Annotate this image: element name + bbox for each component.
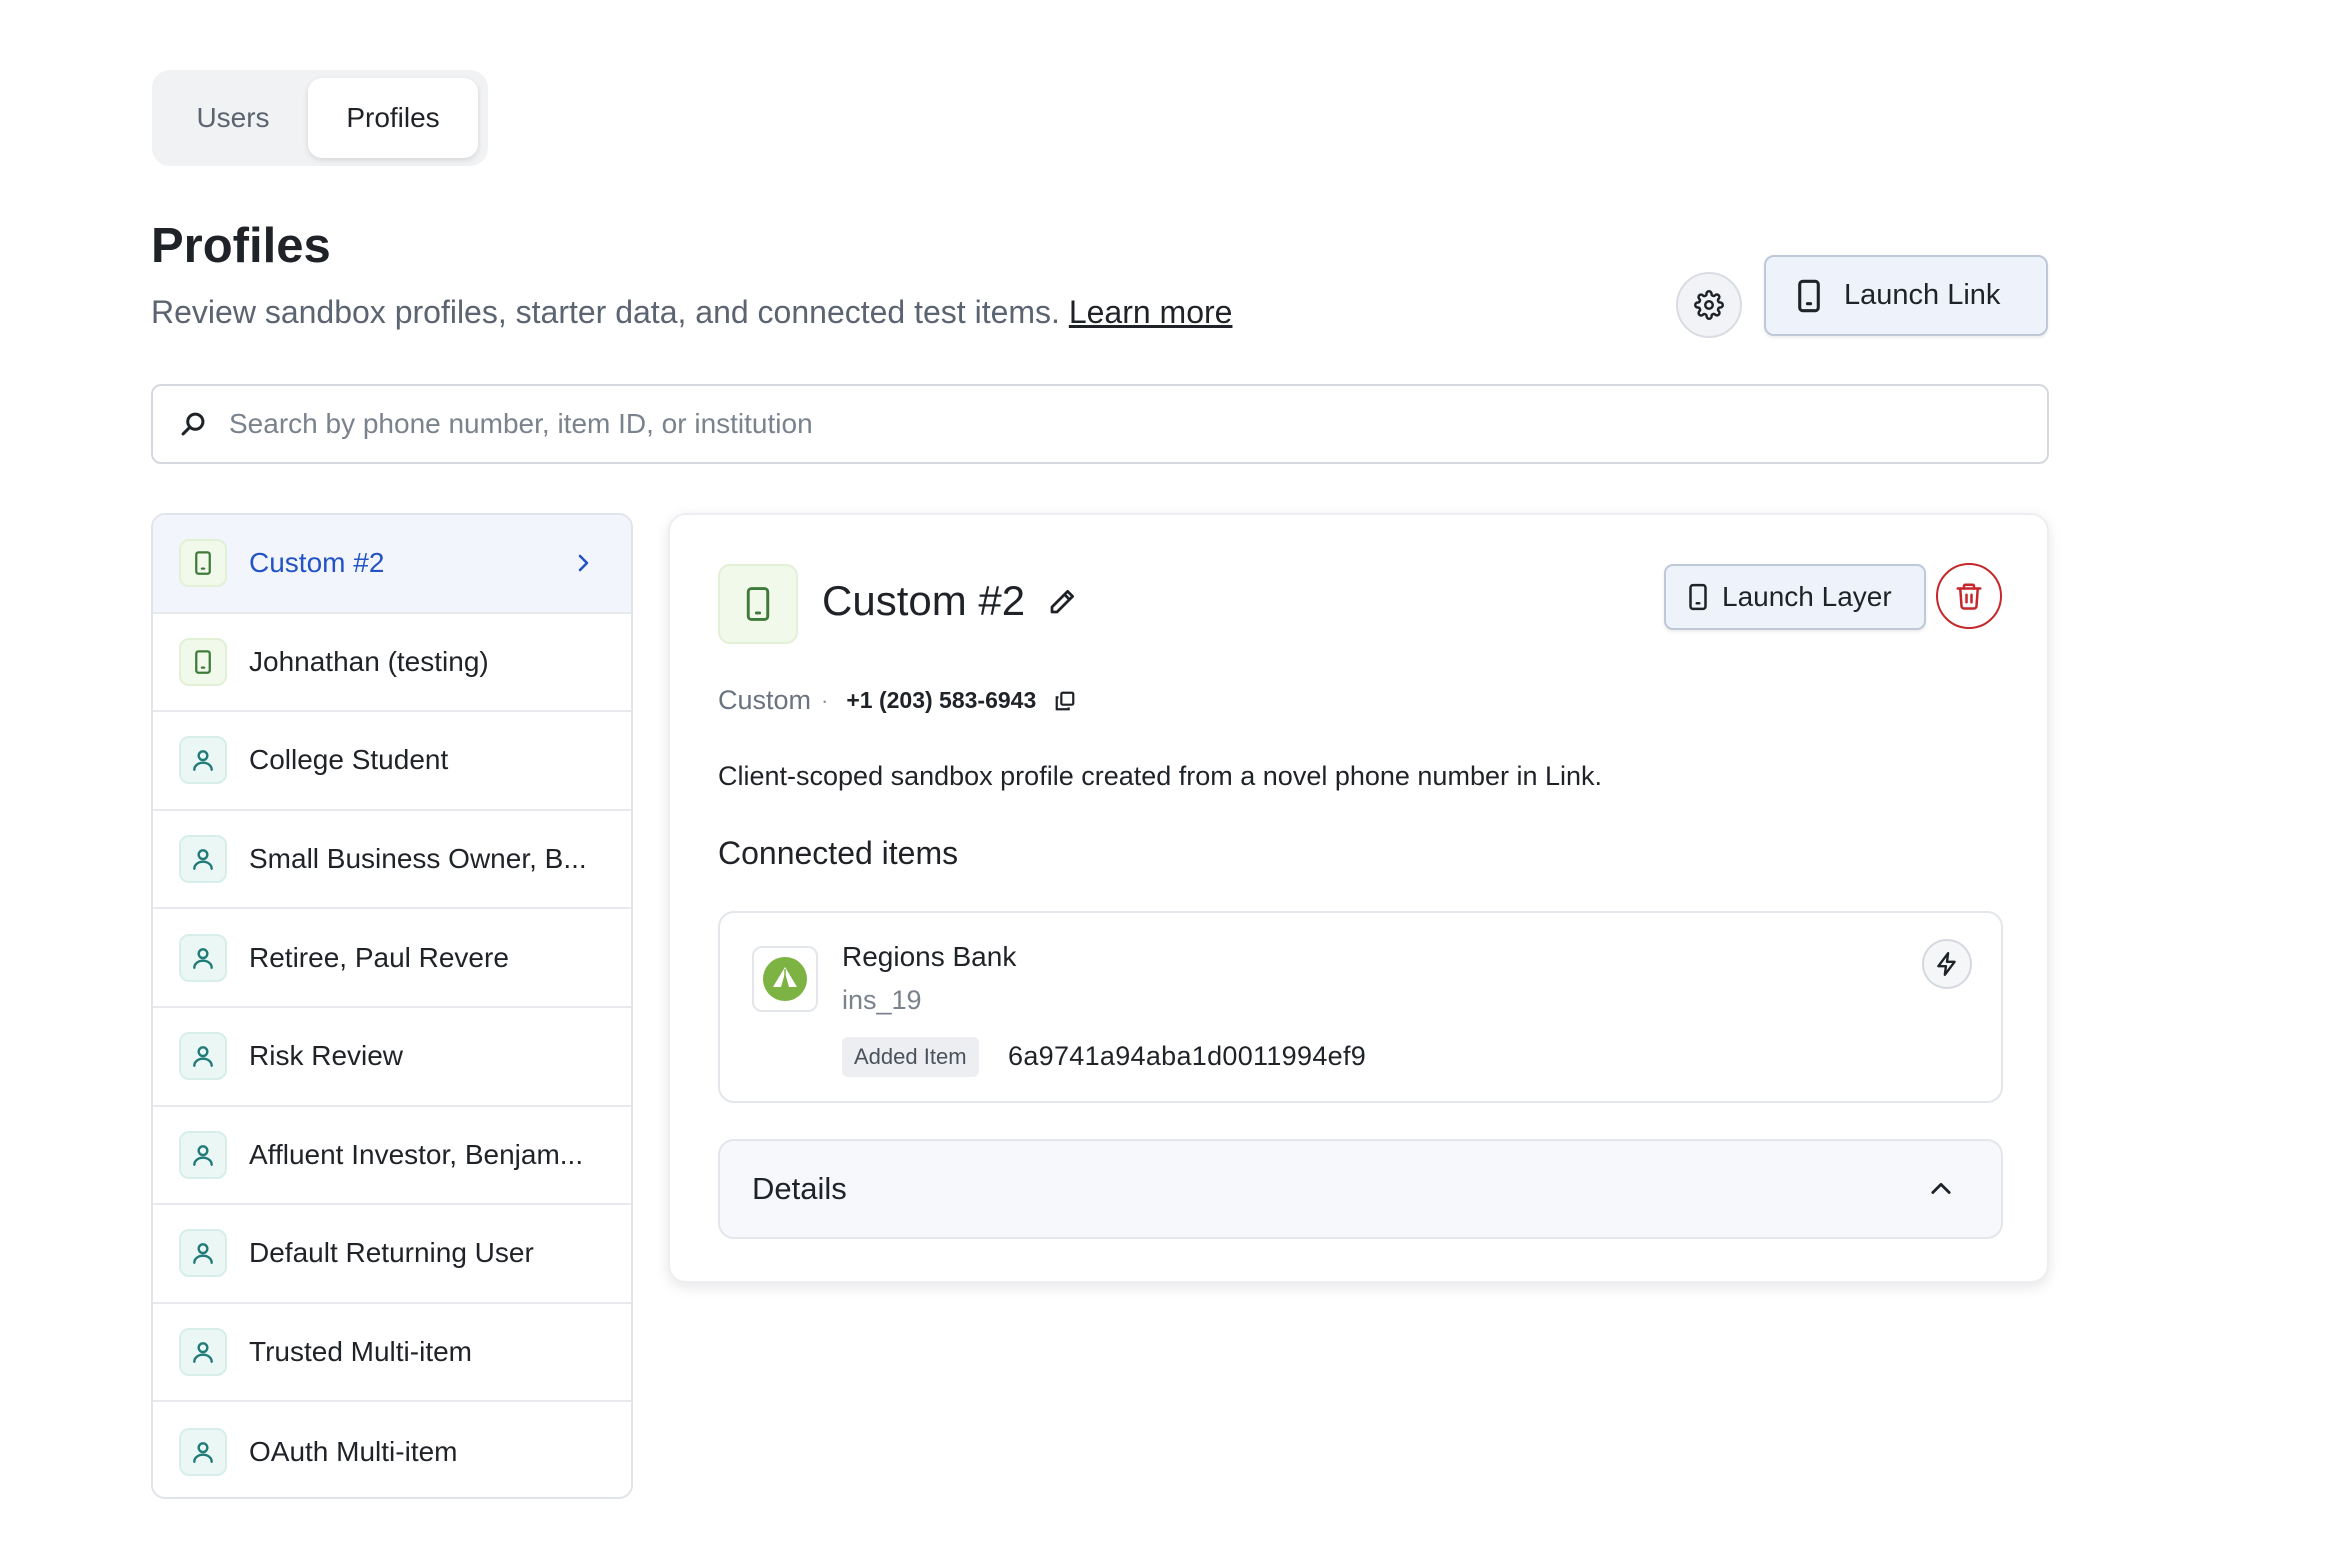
trash-icon [1956, 583, 1982, 610]
person-icon [193, 849, 213, 871]
copy-icon [1055, 691, 1075, 710]
person-icon [193, 750, 213, 772]
copy-phone-button[interactable] [1054, 690, 1076, 712]
regions-bank-logo-icon [763, 957, 807, 1001]
person-icon [193, 1441, 213, 1463]
profile-description: Client-scoped sandbox profile created fr… [718, 761, 1603, 791]
launch-link-label: Launch Link [1844, 279, 2001, 311]
profile-list-item[interactable]: Custom #2 [153, 515, 631, 614]
profile-list-item[interactable]: College Student [153, 712, 631, 811]
profile-label: Small Business Owner, B... [249, 843, 587, 875]
pencil-icon [1050, 590, 1074, 614]
profile-list-item[interactable]: OAuth Multi-item [153, 1402, 631, 1497]
profile-label: Affluent Investor, Benjam... [249, 1138, 584, 1170]
profile-list-item[interactable]: Affluent Investor, Benjam... [153, 1107, 631, 1206]
profile-label: Default Returning User [249, 1237, 534, 1269]
view-tabs: Users Profiles [152, 70, 488, 166]
profile-icon [179, 1130, 227, 1179]
phone-icon [746, 587, 770, 621]
search-bar[interactable] [151, 384, 2049, 464]
profile-label: Johnathan (testing) [249, 645, 489, 677]
subtitle-text: Review sandbox profiles, starter data, a… [151, 294, 1060, 330]
profile-list-item[interactable]: Johnathan (testing) [153, 614, 631, 713]
edit-title-button[interactable] [1047, 587, 1077, 622]
profile-label: Risk Review [249, 1040, 404, 1072]
phone-icon [195, 650, 211, 674]
phone-icon [195, 551, 211, 576]
meta-separator: · [821, 687, 829, 713]
profile-label: Retiree, Paul Revere [249, 941, 509, 973]
person-icon [193, 1342, 213, 1363]
profile-list-item[interactable]: Small Business Owner, B... [153, 811, 631, 910]
learn-more-link[interactable]: Learn more [1069, 294, 1233, 330]
profile-label: College Student [249, 744, 449, 776]
profile-label: Trusted Multi-item [249, 1336, 473, 1368]
gear-icon [1694, 290, 1724, 320]
item-id: 6a9741a94aba1d0011994ef9 [1008, 1041, 1367, 1071]
profile-icon [179, 637, 227, 686]
search-input[interactable] [229, 408, 1929, 440]
profile-phone: +1 (203) 583-6943 [846, 687, 1037, 713]
profile-list-item[interactable]: Risk Review [153, 1008, 631, 1107]
profile-list-item[interactable]: Trusted Multi-item [153, 1304, 631, 1403]
profile-detail-card: Custom #2 Launch Layer Custom · +1 (203)… [668, 513, 2049, 1283]
profile-icon [179, 933, 227, 982]
details-accordion[interactable]: Details [718, 1139, 2003, 1239]
profile-icon [179, 539, 227, 588]
connected-item-card: Regions Bank ins_19 Added Item 6a9741a94… [718, 911, 2003, 1103]
added-item-badge: Added Item [842, 1037, 979, 1077]
fire-webhook-button[interactable] [1922, 939, 1972, 989]
profile-icon [179, 835, 227, 884]
profile-type-icon [718, 564, 798, 644]
page-title: Profiles [151, 219, 331, 273]
search-icon [181, 412, 205, 436]
page-subtitle: Review sandbox profiles, starter data, a… [151, 294, 1232, 331]
profile-icon [179, 1328, 227, 1377]
profile-meta: Custom · +1 (203) 583-6943 [718, 685, 1076, 716]
settings-button[interactable] [1676, 272, 1742, 338]
person-icon [193, 947, 213, 969]
tab-profiles[interactable]: Profiles [308, 78, 478, 158]
profile-list: Custom #2 Johnathan (testing) College Stud… [151, 513, 633, 1499]
launch-layer-button[interactable]: Launch Layer [1664, 564, 1926, 630]
chevron-up-icon [1931, 1182, 1951, 1194]
details-label: Details [752, 1171, 847, 1206]
tab-users[interactable]: Users [158, 78, 308, 158]
profile-icon [179, 1032, 227, 1081]
person-icon [193, 1145, 213, 1166]
profile-title: Custom #2 [822, 577, 1026, 624]
profile-label: Custom #2 [249, 547, 385, 579]
bank-logo [752, 946, 818, 1012]
delete-profile-button[interactable] [1936, 563, 2002, 629]
phone-icon [1798, 279, 1820, 312]
bank-name: Regions Bank [842, 941, 1017, 972]
chevron-right-icon [578, 554, 589, 572]
profile-icon [179, 1427, 227, 1476]
phone-icon [1689, 583, 1707, 611]
launch-link-button[interactable]: Launch Link [1764, 255, 2048, 336]
profile-list-item[interactable]: Retiree, Paul Revere [153, 909, 631, 1008]
profile-icon [179, 736, 227, 785]
institution-id: ins_19 [842, 985, 922, 1015]
launch-layer-label: Launch Layer [1722, 581, 1892, 612]
profile-list-item[interactable]: Default Returning User [153, 1205, 631, 1304]
lightning-bolt-icon [1937, 951, 1956, 977]
person-icon [193, 1046, 213, 1068]
profile-type: Custom [718, 685, 812, 715]
connected-items-heading: Connected items [718, 835, 959, 871]
profile-label: OAuth Multi-item [249, 1435, 458, 1467]
person-icon [193, 1243, 213, 1265]
profile-icon [179, 1229, 227, 1278]
